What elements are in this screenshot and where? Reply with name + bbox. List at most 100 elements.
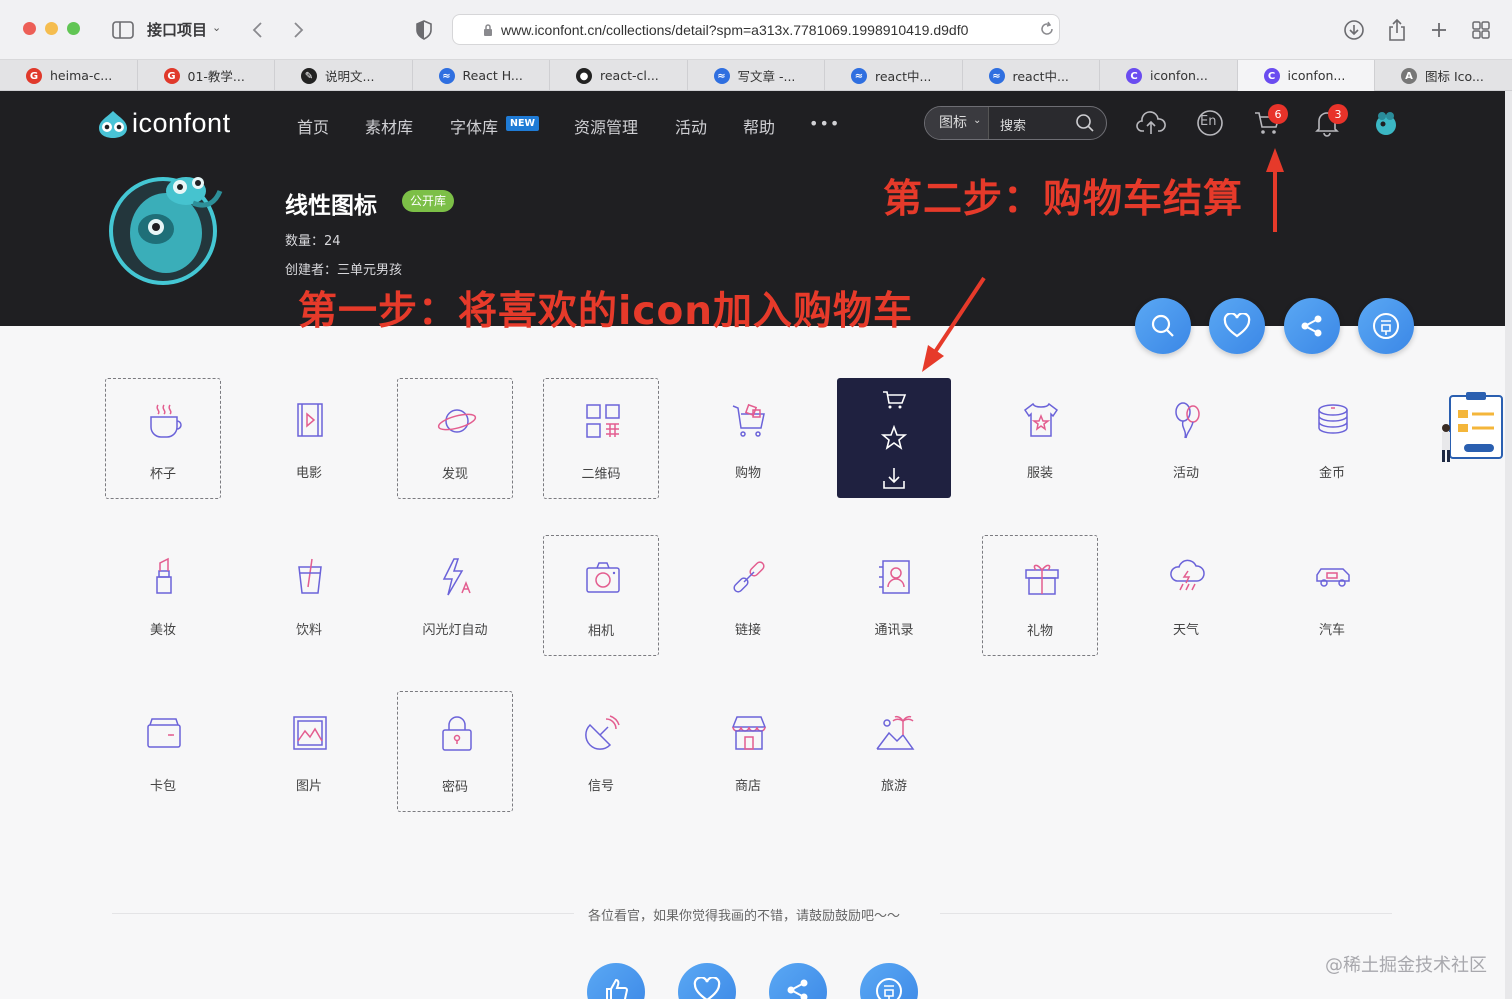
collect-icon-button[interactable] xyxy=(837,418,951,458)
browser-tab[interactable]: Ciconfon... xyxy=(1237,60,1375,91)
shopping-cart-icon xyxy=(729,400,769,440)
weather-icon xyxy=(1167,557,1207,597)
favorite-button[interactable] xyxy=(678,963,736,999)
tshirt-icon xyxy=(1021,400,1061,440)
fab-search-button[interactable] xyxy=(1135,298,1191,354)
icon-label: 天气 xyxy=(1172,623,1199,638)
nav-activity[interactable]: 活动 xyxy=(675,114,707,138)
collection-avatar xyxy=(108,161,228,295)
download-icon-button[interactable] xyxy=(837,458,951,498)
icon-card[interactable]: 卡包 xyxy=(105,691,221,812)
icon-card[interactable]: 饮料 xyxy=(251,535,367,656)
browser-toolbar: 接口项目 ⌄ www.iconfont.cn/collections/detai… xyxy=(0,0,1512,60)
icon-card[interactable]: 旅游 xyxy=(836,691,952,812)
tab-favicon-icon: ≈ xyxy=(713,68,730,84)
search-type-label: 图标 xyxy=(939,115,967,131)
nav-help[interactable]: 帮助 xyxy=(743,114,775,138)
reload-icon[interactable] xyxy=(1039,21,1055,41)
icon-card[interactable]: 活动 xyxy=(1128,378,1244,499)
browser-tab[interactable]: Gheima-c... xyxy=(0,60,138,91)
travel-icon xyxy=(875,713,915,753)
notice-count-badge: 3 xyxy=(1328,104,1348,124)
nav-resources[interactable]: 资源管理 xyxy=(574,114,638,138)
tab-label: iconfon... xyxy=(1287,68,1346,83)
balloon-icon xyxy=(1167,400,1207,440)
fab-reward-button[interactable] xyxy=(1358,298,1414,354)
icon-card[interactable]: 商店 xyxy=(690,691,806,812)
zoom-window-button[interactable] xyxy=(67,22,80,35)
like-button[interactable] xyxy=(587,963,645,999)
icon-card[interactable]: 礼物 xyxy=(982,535,1098,656)
collection-title: 线性图标 xyxy=(285,193,377,219)
icon-card[interactable]: 图片 xyxy=(251,691,367,812)
language-icon[interactable]: En xyxy=(1195,108,1225,138)
icon-card[interactable]: 二维码 xyxy=(543,378,659,499)
browser-tab[interactable]: A 图标 Ico... xyxy=(1375,60,1512,91)
icon-card[interactable]: 链接 xyxy=(690,535,806,656)
nav-home[interactable]: 首页 xyxy=(297,114,329,138)
share-icon[interactable] xyxy=(1383,16,1411,44)
tab-favicon-icon: C xyxy=(1263,68,1280,84)
icon-card[interactable]: 信号 xyxy=(543,691,659,812)
language-label: En xyxy=(1200,114,1217,129)
icon-card[interactable]: 闪光灯自动 xyxy=(397,535,513,656)
nav-fonts[interactable]: 字体库 xyxy=(450,114,498,138)
nav-more[interactable]: ••• xyxy=(809,114,840,133)
share-button[interactable] xyxy=(769,963,827,999)
forward-icon[interactable] xyxy=(284,16,312,44)
fab-favorite-button[interactable] xyxy=(1209,298,1265,354)
browser-tab[interactable]: ● react-cl... xyxy=(550,60,688,91)
tab-overview-icon[interactable] xyxy=(1467,16,1495,44)
cart-count-badge: 6 xyxy=(1268,104,1288,124)
icon-card[interactable]: 密码 xyxy=(397,691,513,812)
add-to-cart-button[interactable] xyxy=(837,380,951,420)
icon-card[interactable]: 电影 xyxy=(251,378,367,499)
icon-card[interactable]: 天气 xyxy=(1128,535,1244,656)
privacy-shield-icon[interactable] xyxy=(410,16,438,44)
icon-card[interactable]: 通讯录 xyxy=(836,535,952,656)
site-logo-text[interactable]: iconfont xyxy=(132,108,231,139)
scrollbar[interactable] xyxy=(1505,91,1512,999)
icon-label: 二维码 xyxy=(581,467,621,482)
chevron-down-icon[interactable]: ⌄ xyxy=(212,21,221,34)
browser-tab[interactable]: ≈ react中... xyxy=(963,60,1100,91)
browser-tab[interactable]: ≈ react中... xyxy=(825,60,963,91)
browser-tab[interactable]: Ciconfon... xyxy=(1100,60,1238,91)
icon-card[interactable]: 发现 xyxy=(397,378,513,499)
minimize-window-button[interactable] xyxy=(45,22,58,35)
tab-favicon-icon: G xyxy=(26,68,42,84)
browser-tab[interactable]: ≈ 写文章 -... xyxy=(688,60,825,91)
icon-card[interactable]: 杯子 xyxy=(105,378,221,499)
icon-card[interactable]: 购物 xyxy=(690,378,806,499)
search-input[interactable]: 搜索 xyxy=(1000,115,1026,134)
icon-card[interactable]: 相机 xyxy=(543,535,659,656)
close-window-button[interactable] xyxy=(23,22,36,35)
browser-tab[interactable]: ≈ React H... xyxy=(413,60,550,91)
url-text[interactable]: www.iconfont.cn/collections/detail?spm=a… xyxy=(501,22,1026,38)
address-bar[interactable]: www.iconfont.cn/collections/detail?spm=a… xyxy=(452,14,1060,45)
icon-card[interactable]: 美妆 xyxy=(105,535,221,656)
tab-group-label[interactable]: 接口项目 xyxy=(147,19,207,40)
new-tab-icon[interactable] xyxy=(1425,16,1453,44)
nav-materials[interactable]: 素材库 xyxy=(365,114,413,138)
tab-label: heima-c... xyxy=(50,68,113,83)
icon-card[interactable]: 金币 xyxy=(1274,378,1390,499)
search-type-select[interactable]: 图标 ⌄ xyxy=(925,107,989,139)
fab-share-button[interactable] xyxy=(1284,298,1340,354)
icon-label: 信号 xyxy=(587,779,614,794)
search-icon[interactable] xyxy=(1075,113,1095,137)
icon-card[interactable]: 汽车 xyxy=(1274,535,1390,656)
browser-tab[interactable]: ✎ 说明文... xyxy=(275,60,413,91)
sidebar-toggle-icon[interactable] xyxy=(109,16,137,44)
camera-icon xyxy=(583,558,623,598)
downloads-icon[interactable] xyxy=(1340,16,1368,44)
clipboard-illustration[interactable] xyxy=(1438,392,1506,464)
drink-cup-icon xyxy=(290,557,330,597)
iconfont-logo-icon[interactable] xyxy=(95,109,131,143)
upload-cloud-icon[interactable] xyxy=(1136,108,1166,138)
back-icon[interactable] xyxy=(244,16,272,44)
icon-card[interactable]: 服装 xyxy=(982,378,1098,499)
user-avatar[interactable] xyxy=(1371,108,1401,138)
browser-tab[interactable]: G 01-教学... xyxy=(138,60,275,91)
reward-button[interactable] xyxy=(860,963,918,999)
